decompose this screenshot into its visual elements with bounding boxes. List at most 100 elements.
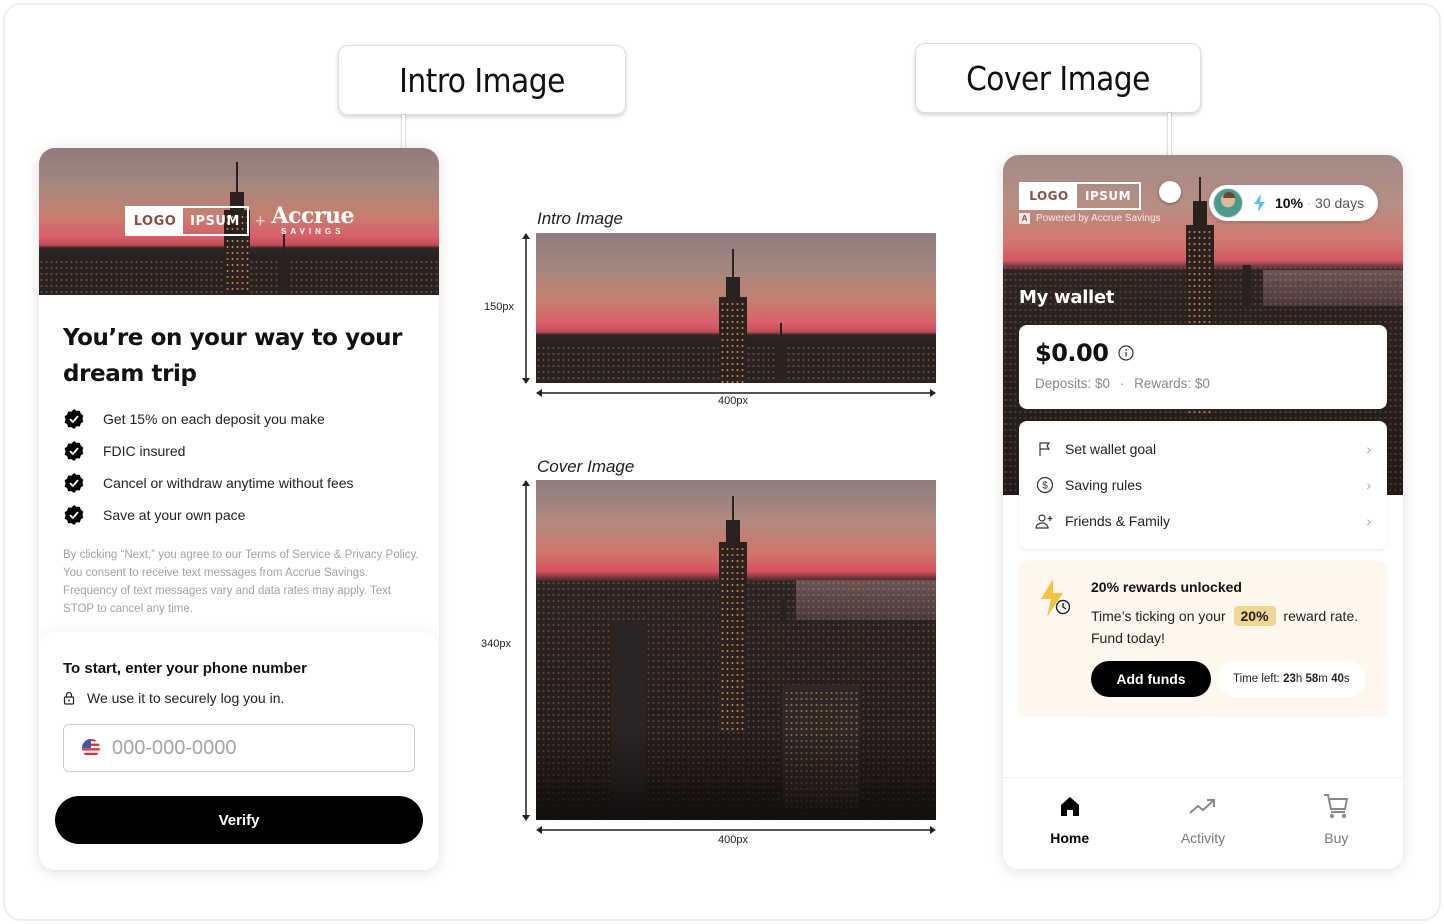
benefit-item: FDIC insured [63,435,354,467]
check-badge-icon [63,408,85,430]
width-dimension-label: 400px [718,834,748,846]
phone-number-input[interactable] [112,736,372,760]
callout-label: Cover Image [966,58,1150,98]
height-dimension-label: 150px [484,301,514,313]
benefit-text: Save at your own pace [103,507,246,523]
width-dimension-line [540,829,932,831]
reward-card: 20% rewards unlocked Time’s ticking on y… [1019,561,1387,715]
menu-item-label: Saving rules [1065,477,1143,493]
accrue-mark-icon: A [1019,213,1030,224]
benefit-item: Cancel or withdraw anytime without fees [63,467,354,499]
trending-up-icon [1189,792,1217,820]
cover-diagram-label: Cover Image [537,457,635,476]
wallet-menu: Set wallet goal › $ Saving rules › Frien… [1019,421,1387,549]
width-dimension-label: 400px [718,395,748,407]
intro-diagram-label: Intro Image [537,209,623,228]
check-badge-icon [63,472,85,494]
cart-icon [1323,792,1349,820]
bolt-icon [1254,194,1265,212]
cover-image-preview [536,480,936,820]
rewards-value: Rewards: $0 [1134,376,1210,391]
streak-days: 30 days [1315,195,1365,211]
logo-ipsum: LOGO IPSUM [1019,182,1141,210]
phone-note: We use it to securely log you in. [63,690,284,706]
add-people-icon [1035,511,1055,531]
info-icon[interactable] [1118,345,1135,361]
flag-icon [1035,439,1055,459]
timer-minutes: 58 [1305,673,1319,685]
balance-amount: $0.00 [1035,339,1135,367]
phone-input-field[interactable] [63,724,415,772]
verify-button[interactable]: Verify [55,796,423,844]
menu-item-saving-rules[interactable]: $ Saving rules › [1019,467,1387,503]
intro-image-callout: Intro Image [338,45,626,115]
page-title: You’re on your way to your dream trip [63,325,403,387]
benefit-item: Save at your own pace [63,499,354,531]
countdown-timer: Time left: 23 h 58 m 40 s [1217,661,1366,697]
tab-buy[interactable]: Buy [1270,778,1403,869]
chevron-right-icon: › [1366,477,1371,493]
deposits-value: Deposits: $0 [1035,376,1111,391]
balance-value: $0.00 [1035,339,1109,367]
height-dimension-label: 340px [481,638,511,650]
wallet-title: My wallet [1019,287,1115,308]
logo-left: LOGO [1021,184,1077,208]
accrue-logo: Accrue SAVINGS [271,203,355,236]
tab-label: Activity [1180,830,1226,846]
width-dimension-line [540,392,932,394]
menu-item-label: Friends & Family [1065,513,1171,529]
reward-text-before: Time’s ticking on your [1091,608,1226,624]
benefit-text: Cancel or withdraw anytime without fees [103,475,354,491]
separator-dot: · [1119,376,1125,391]
logo-right: IPSUM [1084,189,1132,203]
benefit-text: FDIC insured [103,443,186,459]
callout-label: Intro Image [399,60,565,100]
callout-dot [1159,181,1181,203]
timer-label: Time left: [1233,673,1280,685]
phone-note-text: We use it to securely log you in. [87,690,285,706]
tab-home[interactable]: Home [1003,778,1136,869]
reward-rate-chip: 20% [1233,606,1276,626]
menu-item-friends-family[interactable]: Friends & Family › [1019,503,1387,539]
wallet-screen: LOGO IPSUM A Powered by Accrue Savings 1… [1003,155,1403,869]
phone-entry-sheet: To start, enter your phone number We use… [39,632,439,870]
chevron-right-icon: › [1366,441,1371,457]
benefit-text: Get 15% on each deposit you make [103,411,325,427]
timer-unit: h [1295,673,1303,685]
logo-ipsum: LOGO IPSUM [125,206,249,236]
us-flag-icon [82,739,100,757]
logo-right: IPSUM [190,213,240,229]
logo-left: LOGO [127,208,183,234]
balance-card: $0.00 Deposits: $0 · Rewards: $0 [1019,325,1387,409]
benefit-item: Get 15% on each deposit you make [63,403,354,435]
timer-seconds: 40 [1331,673,1344,685]
powered-by: A Powered by Accrue Savings [1019,213,1161,224]
avatar[interactable] [1213,188,1243,218]
streak-pill[interactable]: 10% · 30 days [1209,185,1379,221]
accrue-name: Accrue [271,203,355,229]
balance-breakdown: Deposits: $0 · Rewards: $0 [1035,376,1210,391]
intro-image-preview [536,233,936,383]
lock-icon [63,691,75,705]
add-funds-button[interactable]: Add funds [1091,661,1211,697]
streak-rate: 10% [1275,195,1304,211]
menu-item-set-wallet-goal[interactable]: Set wallet goal › [1019,431,1387,467]
powered-by-text: Powered by Accrue Savings [1036,213,1161,224]
timer-unit: m [1318,673,1328,685]
svg-text:$: $ [1042,481,1048,492]
check-badge-icon [63,504,85,526]
streak-separator: · [1307,196,1312,210]
cover-image-callout: Cover Image [915,43,1201,113]
accrue-sub: SAVINGS [281,227,345,236]
height-dimension-line [525,237,527,379]
bolt-clock-icon [1037,577,1077,624]
menu-item-label: Set wallet goal [1065,441,1157,457]
tab-label: Home [1050,830,1090,846]
timer-unit: s [1343,673,1350,685]
check-badge-icon [63,440,85,462]
bottom-tab-bar: Home Activity Buy [1003,777,1403,869]
co-brand-logo: LOGO IPSUM + Accrue SAVINGS [125,203,355,236]
tab-activity[interactable]: Activity [1136,778,1269,869]
intro-screen: LOGO IPSUM + Accrue SAVINGS You’re on yo… [39,148,439,870]
reward-title: 20% rewards unlocked [1091,579,1242,595]
